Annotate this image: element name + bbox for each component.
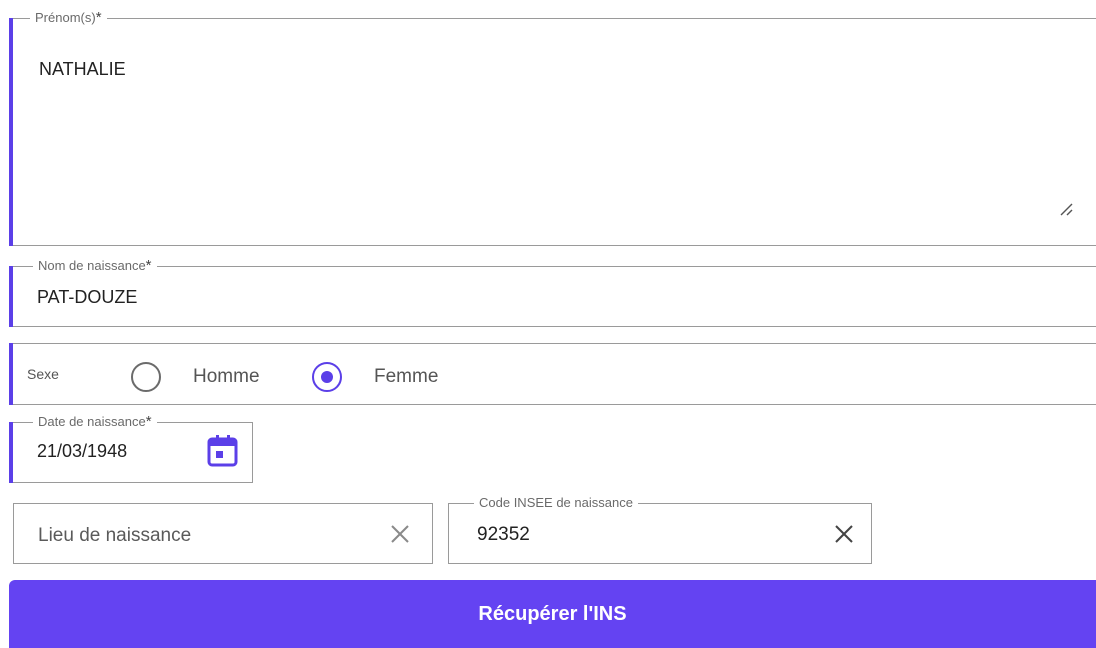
prenoms-legend: Prénom(s)* [30,10,107,26]
close-icon[interactable] [389,523,411,545]
radio-femme[interactable] [312,362,342,392]
date-naissance-required-mark: * [145,413,152,430]
nom-naissance-label: Nom de naissance [38,258,146,273]
date-naissance-legend: Date de naissance* [33,414,157,430]
lieu-naissance-placeholder[interactable]: Lieu de naissance [38,525,191,547]
prenoms-field[interactable]: Prénom(s)* NATHALIE [13,10,1096,246]
resize-grip-icon[interactable] [1058,201,1074,217]
radio-homme-label[interactable]: Homme [193,366,260,388]
prenoms-value[interactable]: NATHALIE [39,59,126,80]
nom-naissance-value[interactable]: PAT-DOUZE [37,287,137,308]
calendar-icon[interactable] [206,434,238,468]
nom-naissance-required-mark: * [145,257,152,274]
radio-femme-label[interactable]: Femme [374,366,438,388]
recuperer-ins-button[interactable]: Récupérer l'INS [9,580,1096,648]
nom-naissance-legend: Nom de naissance* [33,258,157,274]
nom-naissance-field[interactable]: Nom de naissance* PAT-DOUZE [13,258,1096,327]
lieu-naissance-field[interactable]: Lieu de naissance [13,503,433,564]
recuperer-ins-label: Récupérer l'INS [478,602,627,625]
code-insee-field[interactable]: Code INSEE de naissance 92352 [448,495,872,564]
date-naissance-field[interactable]: Date de naissance* 21/03/1948 [13,414,253,483]
date-naissance-label: Date de naissance [38,414,146,429]
code-insee-value[interactable]: 92352 [477,524,530,546]
prenoms-label: Prénom(s) [35,10,96,25]
date-naissance-value[interactable]: 21/03/1948 [37,441,127,462]
radio-homme[interactable] [131,362,161,392]
prenoms-required-mark: * [95,9,102,26]
code-insee-legend: Code INSEE de naissance [474,495,638,511]
close-icon[interactable] [833,523,855,545]
code-insee-label: Code INSEE de naissance [479,495,633,510]
sexe-field: Sexe Homme Femme [13,343,1096,405]
sexe-label: Sexe [27,366,59,382]
